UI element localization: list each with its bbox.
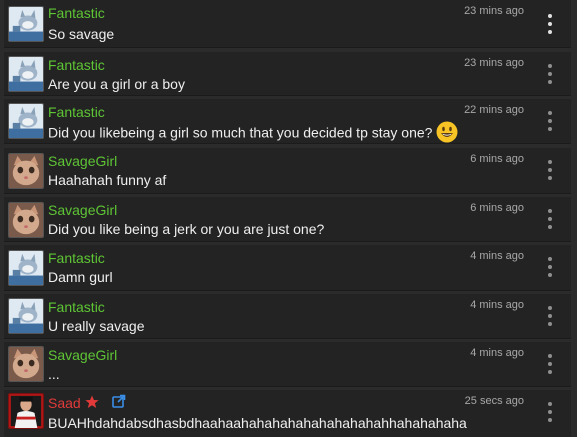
username[interactable]: Fantastic [48, 250, 105, 266]
user-avatar[interactable] [8, 202, 44, 238]
username[interactable]: Fantastic [48, 5, 105, 21]
user-avatar[interactable] [8, 393, 44, 429]
timestamp: 4 mins ago [470, 299, 524, 311]
message-menu-icon[interactable] [547, 64, 553, 84]
tom-cat-avatar-icon [9, 299, 43, 333]
chat-message: Fantastic So savage 23 mins ago [4, 0, 571, 48]
kitten-avatar-icon [9, 154, 43, 188]
user-avatar[interactable] [8, 6, 44, 42]
chat-message: SavageGirl ... 4 mins ago [4, 342, 571, 387]
message-menu-icon[interactable] [547, 306, 553, 326]
timestamp: 23 mins ago [464, 57, 524, 69]
user-avatar[interactable] [8, 56, 44, 92]
kitten-avatar-icon [9, 203, 43, 237]
user-avatar[interactable] [8, 346, 44, 382]
message-text: ... [48, 366, 60, 382]
kitten-avatar-icon [9, 347, 43, 381]
chat-message-list: Fantastic So savage 23 mins ago Fantasti… [0, 0, 577, 437]
message-text: BUAHhdahdabsdhasbdhaahaahahahahahahahaha… [48, 415, 467, 431]
grinning-face-emoji-icon [436, 121, 458, 143]
timestamp: 4 mins ago [470, 347, 524, 359]
chat-message: SavageGirl Did you like being a jerk or … [4, 197, 571, 242]
chat-message: Fantastic Did you likebeing a girl so mu… [4, 99, 571, 144]
username[interactable]: SavageGirl [48, 153, 117, 169]
message-text: Did you likebeing a girl so much that yo… [48, 121, 458, 145]
username[interactable]: Fantastic [48, 57, 105, 73]
message-menu-icon[interactable] [547, 402, 553, 422]
saad-avatar-icon [9, 394, 43, 428]
username[interactable]: SavageGirl [48, 202, 117, 218]
chat-message: Fantastic U really savage 4 mins ago [4, 294, 571, 339]
message-menu-icon[interactable] [547, 354, 553, 374]
tom-cat-avatar-icon [9, 7, 43, 41]
message-text-content: Did you likebeing a girl so much that yo… [48, 124, 433, 141]
user-avatar[interactable] [8, 298, 44, 334]
message-text: Damn gurl [48, 269, 113, 285]
message-text: Haahahah funny af [48, 172, 167, 188]
username[interactable]: Fantastic [48, 299, 105, 315]
message-text: Did you like being a jerk or you are jus… [48, 221, 325, 237]
message-text: U really savage [48, 318, 145, 334]
timestamp: 23 mins ago [464, 5, 524, 17]
timestamp: 25 secs ago [464, 395, 524, 407]
star-icon [85, 395, 99, 408]
tom-cat-avatar-icon [9, 104, 43, 138]
user-avatar[interactable] [8, 103, 44, 139]
message-text: Are you a girl or a boy [48, 76, 185, 92]
message-menu-icon[interactable] [547, 160, 553, 180]
user-avatar[interactable] [8, 153, 44, 189]
message-menu-icon[interactable] [547, 257, 553, 277]
message-text: So savage [48, 26, 115, 42]
message-menu-icon[interactable] [547, 14, 553, 34]
timestamp: 6 mins ago [470, 202, 524, 214]
username[interactable]: SavageGirl [48, 347, 117, 363]
username[interactable]: Fantastic [48, 104, 105, 120]
timestamp: 4 mins ago [470, 250, 524, 262]
timestamp: 6 mins ago [470, 153, 524, 165]
chat-message: SavageGirl Haahahah funny af 6 mins ago [4, 148, 571, 194]
share-icon[interactable] [112, 394, 126, 408]
message-menu-icon[interactable] [547, 209, 553, 229]
timestamp: 22 mins ago [464, 104, 524, 116]
chat-message: Fantastic Are you a girl or a boy 23 min… [4, 52, 571, 96]
user-avatar[interactable] [8, 250, 44, 286]
tom-cat-avatar-icon [9, 57, 43, 91]
chat-message: Fantastic Damn gurl 4 mins ago [4, 245, 571, 291]
message-menu-icon[interactable] [547, 111, 553, 131]
tom-cat-avatar-icon [9, 251, 43, 285]
username[interactable]: Saad [48, 395, 81, 411]
chat-message: Saad BUAHhdahdabsdhasbdhaahaahahahahahah… [4, 390, 571, 437]
